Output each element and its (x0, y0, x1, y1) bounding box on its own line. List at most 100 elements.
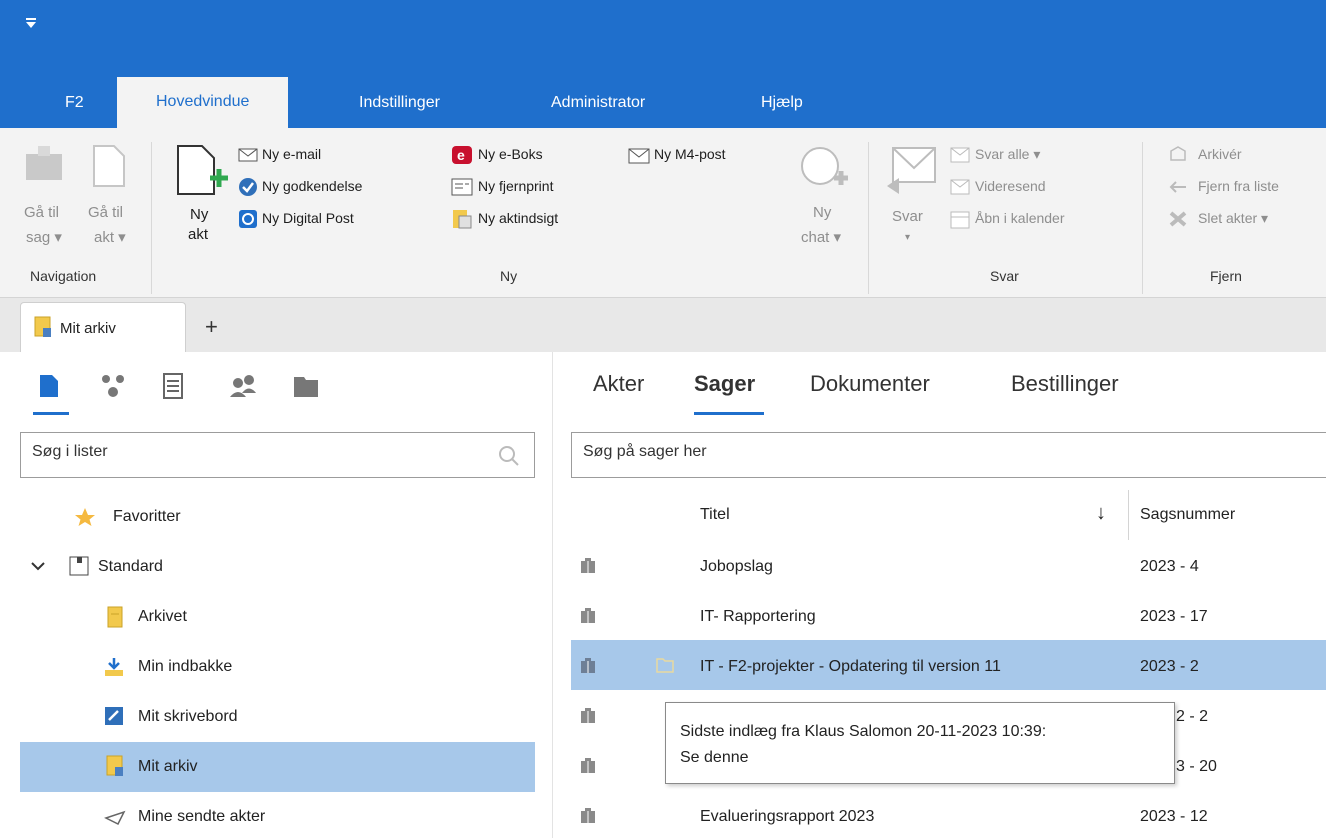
sort-desc-icon[interactable]: ↓ (1096, 502, 1106, 525)
new-eboks-button[interactable]: Ny e-Boks (478, 146, 543, 162)
tree-selected-row (20, 742, 535, 792)
tab-sager[interactable]: Sager (694, 371, 755, 397)
group-divider (151, 142, 152, 294)
menu-tab-administrator[interactable]: Administrator (537, 84, 659, 128)
list-search-input[interactable]: Søg i lister (20, 432, 535, 478)
digital-post-icon (239, 210, 257, 228)
tab-dokumenter[interactable]: Dokumenter (810, 371, 930, 397)
new-doc-label[interactable]: Ny (190, 206, 208, 223)
quick-access-arrow-icon[interactable] (26, 22, 36, 28)
case-icon (581, 608, 595, 623)
case-search-input[interactable]: Søg på sager her (571, 432, 1326, 478)
goto-case-icon[interactable] (24, 144, 64, 184)
archive-button[interactable]: Arkivér (1198, 146, 1242, 162)
reply-icon[interactable] (885, 144, 939, 196)
add-tab-button[interactable]: + (205, 314, 218, 340)
tree-item-favorites[interactable]: Favoritter (113, 508, 181, 526)
tab-akter[interactable]: Akter (593, 371, 644, 397)
new-email-button[interactable]: Ny e-mail (262, 146, 321, 162)
delete-icon (1169, 211, 1187, 227)
goto-doc-dropdown[interactable]: akt ▾ (94, 228, 126, 246)
svg-text:e: e (457, 147, 465, 163)
chevron-down-icon[interactable] (30, 561, 46, 573)
chat-icon[interactable] (798, 144, 850, 194)
tooltip-line-1: Sidste indlæg fra Klaus Salomon 20-11-20… (680, 723, 1047, 740)
doc-tab-label: Mit arkiv (60, 320, 116, 337)
group-label-navigation: Navigation (30, 268, 97, 284)
forward-button[interactable]: Videresend (975, 178, 1046, 194)
new-m4-button[interactable]: Ny M4-post (654, 146, 726, 162)
case-icon (581, 658, 595, 673)
list-search-placeholder: Søg i lister (32, 443, 108, 460)
tooltip-line-2[interactable]: Se denne (680, 745, 1160, 771)
case-icon (581, 708, 595, 723)
new-approval-button[interactable]: Ny godkendelse (262, 178, 362, 194)
tree-item-inbox[interactable]: Min indbakke (138, 658, 232, 676)
org-chart-icon[interactable] (99, 373, 127, 399)
forward-icon (950, 179, 970, 195)
goto-doc-icon[interactable] (92, 144, 126, 188)
desk-icon (105, 707, 123, 725)
case-search-placeholder: Søg på sager her (583, 443, 707, 460)
calendar-icon (950, 211, 970, 229)
reply-all-button[interactable]: Svar alle ▾ (975, 146, 1040, 163)
column-header-title[interactable]: Titel (700, 506, 730, 524)
delete-docs-button[interactable]: Slet akter ▾ (1198, 210, 1268, 227)
folders-icon[interactable] (292, 373, 320, 399)
table-row-number[interactable]: 2023 - 4 (1140, 558, 1199, 576)
column-header-case-number[interactable]: Sagsnummer (1140, 506, 1235, 524)
tooltip: Sidste indlæg fra Klaus Salomon 20-11-20… (665, 702, 1175, 784)
tree-item-standard[interactable]: Standard (98, 558, 163, 576)
new-remote-print-button[interactable]: Ny fjernprint (478, 178, 553, 194)
new-doc-icon[interactable] (174, 142, 230, 202)
menu-tab-hjaelp[interactable]: Hjælp (747, 84, 817, 128)
menu-tab-hovedvindue[interactable]: Hovedvindue (117, 77, 289, 128)
case-icon (581, 808, 595, 823)
new-doc-label-2[interactable]: akt (188, 226, 208, 243)
document-list-icon[interactable] (38, 373, 60, 399)
column-divider (1128, 490, 1129, 540)
new-digital-post-button[interactable]: Ny Digital Post (262, 210, 354, 226)
my-archive-icon (34, 316, 51, 337)
new-chat-label[interactable]: Ny (813, 204, 831, 221)
reply-label[interactable]: Svar (892, 208, 923, 225)
remove-from-list-button[interactable]: Fjern fra liste (1198, 178, 1279, 194)
table-row-number[interactable]: 2023 - 2 (1140, 658, 1199, 676)
open-calendar-button[interactable]: Åbn i kalender (975, 210, 1065, 226)
group-divider (868, 142, 869, 294)
table-row-title[interactable]: Evalueringsrapport 2023 (700, 808, 874, 826)
sent-icon (104, 810, 126, 826)
new-access-request-button[interactable]: Ny aktindsigt (478, 210, 558, 226)
search-icon[interactable] (498, 445, 520, 467)
table-row-title[interactable]: IT- Rapportering (700, 608, 816, 626)
table-row-number[interactable]: 2023 - 12 (1140, 808, 1208, 826)
tab-bestillinger[interactable]: Bestillinger (1011, 371, 1119, 397)
goto-case-dropdown[interactable]: sag ▾ (26, 228, 62, 246)
menu-tab-f2[interactable]: F2 (51, 84, 98, 128)
list-icon[interactable] (163, 373, 183, 399)
ribbon: Gå til sag ▾ Gå til akt ▾ Navigation Ny … (0, 128, 1326, 298)
inbox-icon (105, 658, 123, 676)
access-request-icon (453, 210, 472, 229)
case-icon (581, 558, 595, 573)
star-icon (75, 508, 95, 526)
new-chat-dropdown[interactable]: chat ▾ (801, 228, 841, 246)
goto-case-label[interactable]: Gå til (24, 204, 59, 221)
quick-access-menu-icon[interactable] (26, 18, 36, 20)
tree-item-arkivet[interactable]: Arkivet (138, 608, 187, 626)
goto-doc-label[interactable]: Gå til (88, 204, 123, 221)
menu-tab-indstillinger[interactable]: Indstillinger (345, 84, 454, 128)
people-icon[interactable] (228, 373, 258, 399)
table-row-number[interactable]: 3 - 20 (1176, 758, 1217, 776)
tree-item-desk[interactable]: Mit skrivebord (138, 708, 238, 726)
table-row-number[interactable]: 2 - 2 (1176, 708, 1208, 726)
reply-dropdown-icon[interactable]: ▾ (905, 232, 910, 243)
m4-post-icon (628, 148, 650, 164)
table-row-number[interactable]: 2023 - 17 (1140, 608, 1208, 626)
table-row-title[interactable]: Jobopslag (700, 558, 773, 576)
table-row-title[interactable]: IT - F2-projekter - Opdatering til versi… (700, 658, 1001, 676)
remote-print-icon (451, 178, 473, 196)
group-divider (1142, 142, 1143, 294)
tree-item-sent[interactable]: Mine sendte akter (138, 808, 265, 826)
tree-item-my-archive[interactable]: Mit arkiv (138, 758, 198, 776)
